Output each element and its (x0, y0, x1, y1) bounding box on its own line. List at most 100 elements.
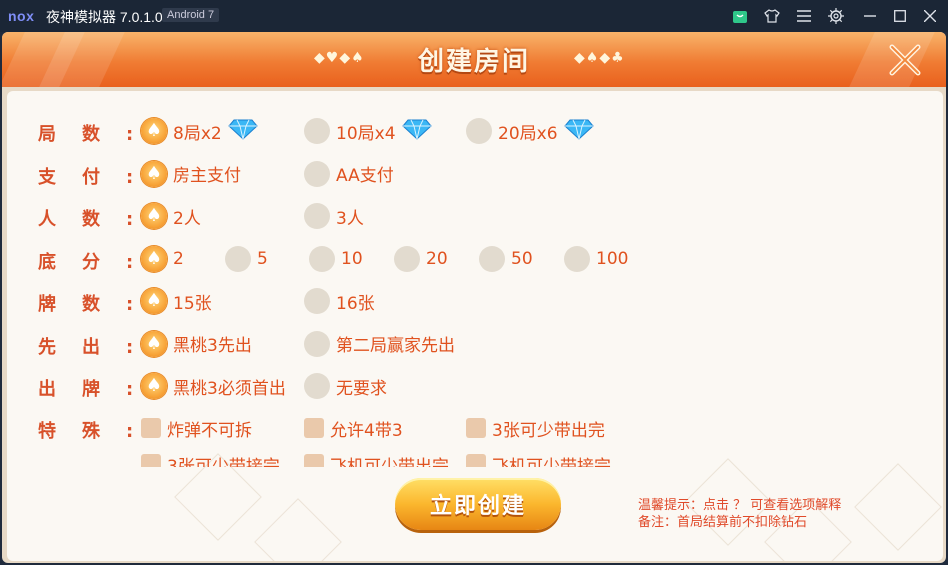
nox-logo: nox (8, 8, 35, 24)
dialog-header: ◆♥◆♠ 创建房间 ◆♠◆♣ (2, 32, 946, 87)
option-row: 牌数:15张16张 (7, 286, 943, 316)
radio-selected-icon[interactable] (141, 118, 167, 144)
option-text: 50 (511, 248, 533, 269)
radio-button[interactable] (304, 160, 330, 187)
shirt-icon[interactable] (762, 6, 782, 26)
radio-option[interactable]: 20 (394, 245, 448, 273)
radio-option[interactable]: 2 (141, 245, 184, 273)
radio-option[interactable]: 10局x4 (304, 117, 432, 145)
option-row: 先出:黑桃3先出第二局赢家先出 (7, 329, 943, 359)
checkbox[interactable] (304, 418, 324, 438)
close-x-icon (889, 44, 921, 76)
header-deco-right: ◆♠◆♣ (574, 50, 625, 66)
radio-option[interactable]: 3人 (304, 202, 364, 230)
app-title: 夜神模拟器 7.0.1.0 (46, 9, 163, 25)
close-icon[interactable] (920, 6, 940, 26)
option-row: 人数:2人3人 (7, 201, 943, 231)
option-text: 黑桃3必须首出 (173, 378, 286, 399)
background-pattern (854, 463, 942, 551)
option-text: 飞机可少带接完 (492, 456, 611, 468)
checkbox[interactable] (466, 418, 486, 438)
radio-option[interactable]: 10 (309, 245, 363, 273)
radio-button[interactable] (225, 245, 251, 272)
background-pattern (254, 498, 342, 561)
special-option[interactable]: 3张可少带接完 (141, 450, 280, 467)
gear-icon[interactable] (826, 6, 846, 26)
option-text: 100 (596, 248, 629, 269)
option-text: 2 (173, 248, 184, 269)
radio-selected-icon[interactable] (141, 288, 167, 314)
checkbox[interactable] (466, 454, 486, 467)
radio-option[interactable]: 5 (225, 245, 268, 273)
radio-option[interactable]: 20局x6 (466, 117, 594, 145)
maximize-icon[interactable] (890, 6, 910, 26)
checkbox[interactable] (141, 418, 161, 438)
option-text: 3张可少带接完 (167, 456, 280, 468)
special-option[interactable]: 3张可少带出完 (466, 414, 605, 442)
checkbox[interactable] (304, 454, 324, 467)
option-text: 炸弹不可拆 (167, 420, 252, 441)
option-text: 黑桃3先出 (173, 336, 252, 356)
special-option[interactable]: 炸弹不可拆 (141, 414, 252, 442)
radio-button[interactable] (479, 245, 505, 272)
option-text: 20 (426, 248, 448, 269)
option-text: 允许4带3 (330, 420, 403, 441)
radio-option[interactable]: 无要求 (304, 372, 387, 400)
radio-option[interactable]: 黑桃3必须首出 (141, 372, 286, 400)
special-option[interactable]: 飞机可少带接完 (466, 450, 611, 467)
checkbox[interactable] (141, 454, 161, 467)
radio-button[interactable] (309, 245, 335, 272)
option-text: 无要求 (336, 378, 387, 399)
radio-button[interactable] (304, 288, 330, 314)
option-text: 16张 (336, 293, 375, 314)
radio-option[interactable]: 房主支付 (141, 160, 241, 188)
radio-button[interactable] (304, 373, 330, 399)
option-text: 8局x2 (173, 123, 222, 144)
radio-button[interactable] (564, 245, 590, 272)
radio-selected-icon[interactable] (141, 245, 167, 272)
option-row: 出牌:黑桃3必须首出无要求 (7, 371, 943, 401)
radio-option[interactable]: 2人 (141, 202, 201, 230)
option-row: 底分:25102050100 (7, 244, 943, 274)
radio-option[interactable]: 100 (564, 245, 628, 273)
create-room-button[interactable]: 立即创建 (395, 478, 561, 530)
option-text: AA支付 (336, 166, 394, 186)
menu-icon[interactable] (794, 6, 814, 26)
option-text: 房主支付 (173, 166, 241, 186)
radio-option[interactable]: 第二局赢家先出 (304, 330, 455, 358)
minimize-icon[interactable] (860, 6, 880, 26)
option-row-special-2: 3张可少带接完 飞机可少带出完 飞机可少带接完 (7, 449, 943, 467)
radio-button[interactable] (304, 118, 330, 144)
radio-option[interactable]: 50 (479, 245, 533, 273)
option-text: 15张 (173, 293, 212, 314)
radio-selected-icon[interactable] (141, 330, 167, 357)
radio-button[interactable] (466, 118, 492, 144)
radio-option[interactable]: AA支付 (304, 160, 394, 188)
special-option[interactable]: 允许4带3 (304, 414, 403, 442)
diamond-icon (401, 118, 432, 144)
radio-selected-icon[interactable] (141, 160, 167, 187)
radio-selected-icon[interactable] (141, 373, 167, 399)
option-text: 5 (257, 248, 268, 269)
radio-option[interactable]: 15张 (141, 287, 212, 315)
radio-option[interactable]: 16张 (304, 287, 375, 315)
option-text: 第二局赢家先出 (336, 336, 455, 356)
option-text: 10 (341, 248, 363, 269)
dialog-close-button[interactable] (880, 36, 930, 84)
diamond-icon (563, 118, 594, 144)
option-text: 20局x6 (498, 123, 558, 144)
dialog-title: 创建房间 (417, 47, 530, 77)
option-text: 3人 (336, 208, 364, 229)
special-option[interactable]: 飞机可少带出完 (304, 450, 449, 467)
radio-button[interactable] (304, 330, 330, 357)
option-text: 10局x4 (336, 123, 396, 144)
android-version-badge: Android 7 (162, 8, 220, 22)
radio-selected-icon[interactable] (141, 203, 167, 229)
option-text: 3张可少带出完 (492, 420, 605, 441)
emulator-title-bar: nox 夜神模拟器 7.0.1.0 Android 7 (0, 0, 948, 32)
bag-icon[interactable] (730, 6, 750, 26)
radio-option[interactable]: 黑桃3先出 (141, 330, 252, 358)
radio-option[interactable]: 8局x2 (141, 117, 258, 145)
radio-button[interactable] (394, 245, 420, 272)
radio-button[interactable] (304, 203, 330, 229)
